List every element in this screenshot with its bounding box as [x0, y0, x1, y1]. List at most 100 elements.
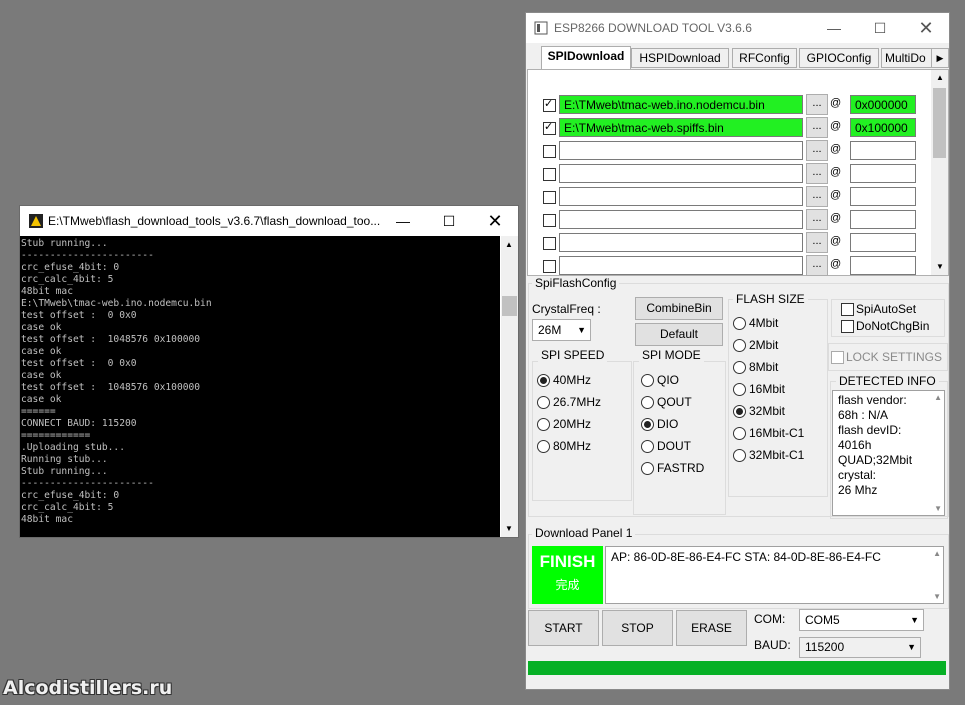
- spi-mode-label: SPI MODE: [639, 348, 704, 362]
- browse-button[interactable]: ...: [806, 163, 828, 184]
- baud-select[interactable]: 115200 ▼: [799, 637, 921, 658]
- file-checkbox[interactable]: [543, 97, 556, 112]
- lock-settings-checkbox[interactable]: [831, 351, 844, 364]
- browse-button[interactable]: ...: [806, 255, 828, 276]
- tab-gpioconfig[interactable]: GPIOConfig: [799, 48, 879, 68]
- browse-button[interactable]: ...: [806, 209, 828, 230]
- erase-button[interactable]: ERASE: [676, 610, 747, 646]
- file-checkbox[interactable]: [543, 145, 556, 158]
- scroll-thumb[interactable]: [502, 296, 517, 316]
- stop-button[interactable]: STOP: [602, 610, 673, 646]
- browse-button[interactable]: ...: [806, 94, 828, 115]
- spi-speed-radio-20mhz[interactable]: [537, 418, 550, 431]
- info-line: crystal:: [838, 468, 877, 482]
- scroll-down-icon[interactable]: ▼: [505, 524, 513, 533]
- flash-size-radio-2mbit[interactable]: [733, 339, 746, 352]
- tab-scroll-right-icon[interactable]: ▶: [931, 48, 949, 68]
- flash-size-radio-16mbit-c1[interactable]: [733, 427, 746, 440]
- flash-size-radio-32mbit[interactable]: [733, 405, 746, 418]
- offset-input[interactable]: [850, 187, 916, 206]
- spi-auto-set-checkbox[interactable]: [841, 303, 854, 316]
- flash-size-radio-4mbit[interactable]: [733, 317, 746, 330]
- spi-mode-option: QIO: [657, 373, 680, 387]
- console-title: E:\TMweb\flash_download_tools_v3.6.7\fla…: [48, 214, 381, 228]
- file-checkbox[interactable]: [543, 237, 556, 250]
- close-button[interactable]: ✕: [472, 206, 518, 236]
- crystal-freq-select[interactable]: 26M ▼: [532, 319, 591, 341]
- combine-bin-button[interactable]: CombineBin: [635, 297, 723, 320]
- offset-input[interactable]: 0x000000: [850, 95, 916, 114]
- spi-mode-radio-qio[interactable]: [641, 374, 654, 387]
- offset-input[interactable]: [850, 141, 916, 160]
- file-checkbox[interactable]: [543, 120, 556, 135]
- scroll-down-icon[interactable]: ▼: [933, 592, 941, 601]
- file-row: ... @: [528, 163, 932, 185]
- minimize-button[interactable]: —: [380, 206, 426, 236]
- flash-size-radio-8mbit[interactable]: [733, 361, 746, 374]
- tool-minimize-button[interactable]: —: [811, 13, 857, 43]
- crystal-freq-value: 26M: [538, 323, 562, 337]
- file-path-input[interactable]: [559, 164, 803, 183]
- spi-mode-radio-qout[interactable]: [641, 396, 654, 409]
- spi-speed-radio-40mhz[interactable]: [537, 374, 550, 387]
- scroll-down-icon[interactable]: ▼: [934, 504, 942, 513]
- spi-speed-radio-26mhz[interactable]: [537, 396, 550, 409]
- spi-mode-radio-dio[interactable]: [641, 418, 654, 431]
- scroll-up-icon[interactable]: ▲: [934, 393, 942, 402]
- tab-spidownload[interactable]: SPIDownload: [541, 46, 631, 69]
- file-path-input[interactable]: E:\TMweb\tmac-web.spiffs.bin: [559, 118, 803, 137]
- offset-input[interactable]: [850, 256, 916, 275]
- tab-hspidownload[interactable]: HSPIDownload: [631, 48, 729, 68]
- flash-size-option: 16Mbit: [749, 382, 786, 396]
- default-button[interactable]: Default: [635, 323, 723, 346]
- file-checkbox[interactable]: [543, 214, 556, 227]
- maximize-button[interactable]: ☐: [426, 206, 472, 236]
- spi-speed-radio-80mhz[interactable]: [537, 440, 550, 453]
- lock-settings-label: LOCK SETTINGS: [846, 350, 943, 364]
- browse-button[interactable]: ...: [806, 186, 828, 207]
- tab-multido[interactable]: MultiDo: [881, 48, 938, 68]
- start-button[interactable]: START: [528, 610, 599, 646]
- flash-size-radio-16mbit[interactable]: [733, 383, 746, 396]
- file-path-input[interactable]: [559, 233, 803, 252]
- browse-button[interactable]: ...: [806, 232, 828, 253]
- browse-button[interactable]: ...: [806, 117, 828, 138]
- chevron-down-icon: ▼: [907, 642, 916, 652]
- tab-rfconfig[interactable]: RFConfig: [732, 48, 797, 68]
- info-line: flash vendor:: [838, 393, 907, 407]
- file-checkbox[interactable]: [543, 168, 556, 181]
- scroll-thumb[interactable]: [933, 88, 946, 158]
- file-checkbox[interactable]: [543, 260, 556, 273]
- tool-maximize-button[interactable]: ☐: [857, 13, 903, 43]
- offset-input[interactable]: 0x100000: [850, 118, 916, 137]
- offset-input[interactable]: [850, 233, 916, 252]
- tool-close-button[interactable]: ✕: [903, 13, 949, 43]
- spi-mode-radio-dout[interactable]: [641, 440, 654, 453]
- console-scrollbar[interactable]: ▲ ▼: [501, 236, 518, 537]
- file-path-input[interactable]: [559, 141, 803, 160]
- file-list-scrollbar[interactable]: ▲ ▼: [931, 70, 948, 275]
- spi-mode-radio-fastrd[interactable]: [641, 462, 654, 475]
- console-titlebar[interactable]: E:\TMweb\flash_download_tools_v3.6.7\fla…: [20, 206, 518, 236]
- scroll-down-icon[interactable]: ▼: [936, 262, 944, 271]
- download-tool-window: ESP8266 DOWNLOAD TOOL V3.6.6 — ☐ ✕ SPIDo…: [525, 12, 950, 690]
- file-path-input[interactable]: E:\TMweb\tmac-web.ino.nodemcu.bin: [559, 95, 803, 114]
- file-path-input[interactable]: [559, 210, 803, 229]
- tool-titlebar[interactable]: ESP8266 DOWNLOAD TOOL V3.6.6 — ☐ ✕: [526, 13, 949, 43]
- browse-button[interactable]: ...: [806, 140, 828, 161]
- download-panel-label: Download Panel 1: [532, 526, 636, 540]
- offset-input[interactable]: [850, 210, 916, 229]
- flash-size-radio-32mbit-c1[interactable]: [733, 449, 746, 462]
- do-not-chg-bin-checkbox[interactable]: [841, 320, 854, 333]
- offset-input[interactable]: [850, 164, 916, 183]
- file-checkbox[interactable]: [543, 191, 556, 204]
- chevron-down-icon: ▼: [577, 325, 586, 335]
- scroll-up-icon[interactable]: ▲: [933, 549, 941, 558]
- com-port-select[interactable]: COM5 ▼: [799, 609, 924, 631]
- file-path-input[interactable]: [559, 256, 803, 275]
- flash-size-option: 8Mbit: [749, 360, 779, 374]
- scroll-up-icon[interactable]: ▲: [936, 73, 944, 82]
- file-path-input[interactable]: [559, 187, 803, 206]
- scroll-up-icon[interactable]: ▲: [505, 240, 513, 249]
- info-line: 4016h: [838, 438, 872, 452]
